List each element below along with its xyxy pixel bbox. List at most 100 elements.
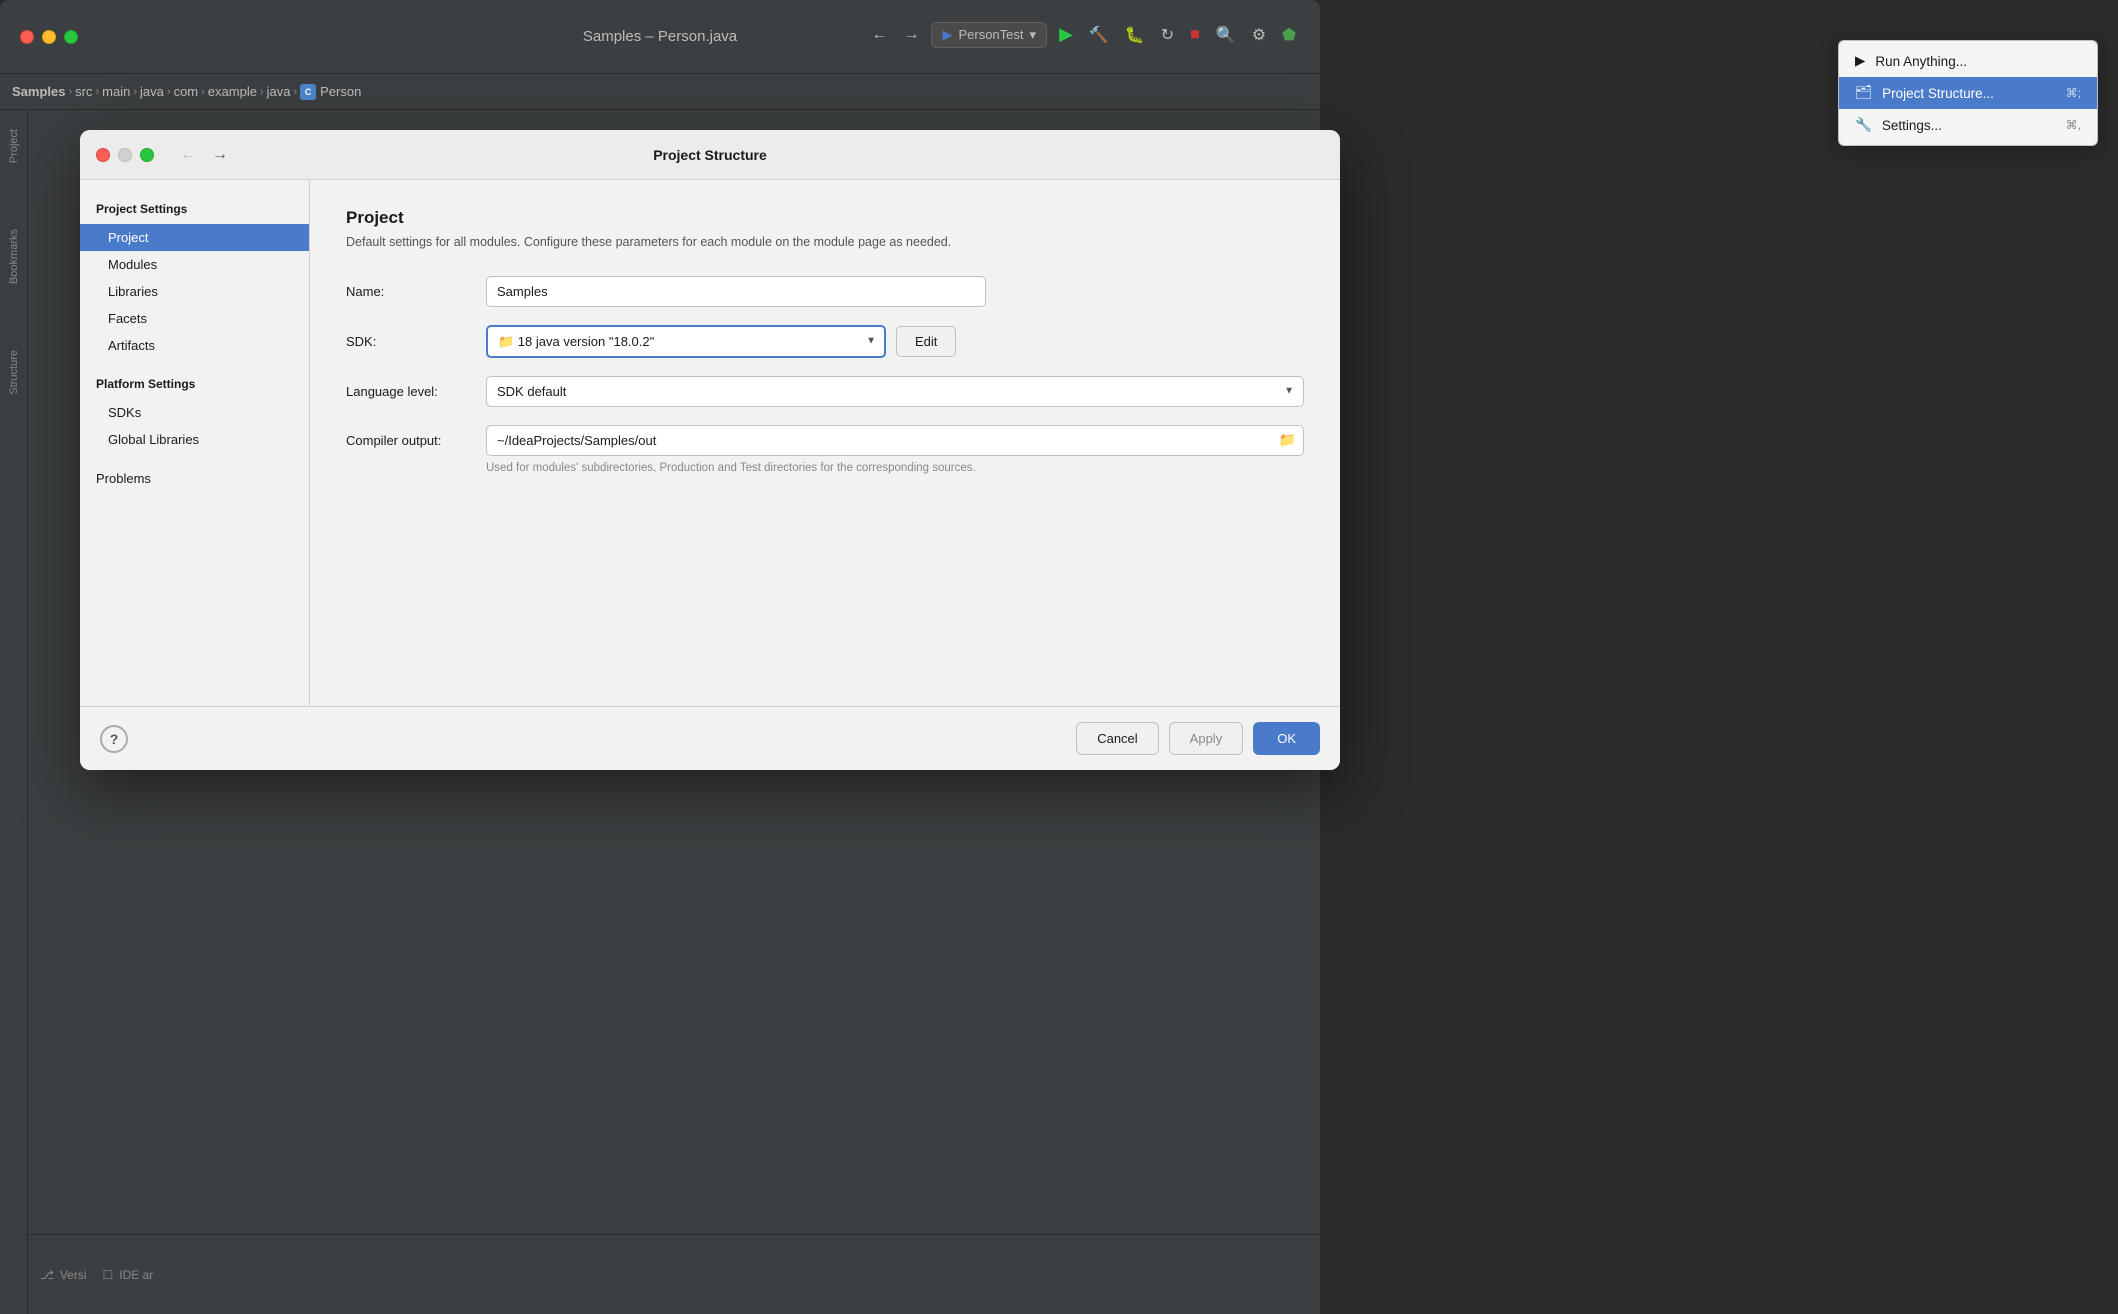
breadcrumb-example[interactable]: example — [208, 84, 257, 99]
breadcrumb-class[interactable]: C Person — [300, 84, 361, 100]
breadcrumb-bar: Samples › src › main › java › com › exam… — [0, 74, 1320, 110]
settings-button[interactable]: ⚙ — [1248, 21, 1270, 49]
content-section-title: Project — [346, 208, 1304, 228]
cancel-button[interactable]: Cancel — [1076, 722, 1158, 755]
reload-button[interactable]: ↻ — [1157, 21, 1178, 49]
search-button[interactable]: 🔍 — [1212, 21, 1240, 49]
sidebar-item-project[interactable]: Project — [80, 224, 309, 251]
ide-ar-item[interactable]: ☐ IDE ar — [103, 1268, 154, 1282]
sidebar-item-project[interactable]: Project — [4, 121, 24, 171]
breadcrumb-java2[interactable]: java — [267, 84, 291, 99]
language-level-wrapper: SDK default — [486, 376, 1304, 407]
stop-button[interactable]: ■ — [1186, 22, 1204, 48]
sidebar-item-global-libraries[interactable]: Global Libraries — [80, 426, 309, 453]
menu-item-project-structure[interactable]: 🗂 Project Structure... ⌘; — [1839, 77, 2097, 109]
run-config-selector[interactable]: ▶ PersonTest ▾ — [931, 22, 1047, 48]
breadcrumb-sep-7: › — [293, 86, 297, 98]
sidebar-item-modules[interactable]: Modules — [80, 251, 309, 278]
menu-item-run-anything[interactable]: ▶ Run Anything... — [1839, 45, 2097, 77]
dialog-close-button[interactable] — [96, 148, 110, 162]
sidebar-item-project-label: Project — [108, 230, 148, 245]
version-control-item[interactable]: ⎇ Versi — [40, 1268, 87, 1282]
sdk-edit-button[interactable]: Edit — [896, 326, 956, 357]
vc-icon: ⎇ — [40, 1268, 54, 1282]
sidebar-item-problems[interactable]: Problems — [80, 465, 309, 492]
sidebar-divider — [80, 359, 309, 371]
dialog-back-button[interactable]: ← — [174, 144, 202, 166]
dropdown-menu: ▶ Run Anything... 🗂 Project Structure...… — [1838, 40, 2098, 146]
vc-label: Versi — [60, 1268, 87, 1282]
dialog-nav: ← → — [174, 144, 234, 166]
ide-ar-label: IDE ar — [119, 1268, 153, 1282]
platform-settings-heading: Platform Settings — [80, 371, 309, 397]
breadcrumb-project[interactable]: Samples — [12, 84, 65, 99]
sidebar-item-facets[interactable]: Facets — [80, 305, 309, 332]
sidebar-item-global-libraries-label: Global Libraries — [108, 432, 199, 447]
settings-label: Settings... — [1882, 118, 1942, 133]
language-level-row: Language level: SDK default — [346, 376, 1304, 407]
maximize-button[interactable] — [64, 30, 78, 44]
project-structure-label: Project Structure... — [1882, 86, 1994, 101]
name-row: Name: — [346, 276, 1304, 307]
compiler-output-row-inner: Compiler output: 📁 — [346, 425, 1304, 456]
back-button[interactable]: ← — [867, 22, 891, 48]
ide-ar-checkbox: ☐ — [103, 1268, 114, 1282]
menu-item-project-structure-left: 🗂 Project Structure... — [1855, 85, 1994, 101]
compiler-hint: Used for modules' subdirectories, Produc… — [486, 462, 976, 474]
dialog-maximize-button[interactable] — [140, 148, 154, 162]
menu-item-settings-left: 🔧 Settings... — [1855, 117, 1942, 133]
ok-button[interactable]: OK — [1253, 722, 1320, 755]
sidebar-item-artifacts[interactable]: Artifacts — [80, 332, 309, 359]
build-button[interactable]: 🔨 — [1085, 21, 1113, 49]
title-bar: Samples – Person.java ← → ▶ PersonTest ▾… — [0, 0, 1320, 74]
footer-left: ? — [100, 725, 128, 753]
settings-shortcut: ⌘, — [2066, 118, 2081, 132]
bottom-bar: ⎇ Versi ☐ IDE ar — [28, 1234, 1320, 1314]
compiler-output-folder-button[interactable]: 📁 — [1279, 432, 1296, 449]
breadcrumb-sep-1: › — [68, 86, 72, 98]
sidebar-item-bookmarks[interactable]: Bookmarks — [4, 221, 24, 292]
sidebar-item-libraries[interactable]: Libraries — [80, 278, 309, 305]
sidebar-item-libraries-label: Libraries — [108, 284, 158, 299]
debug-button[interactable]: 🐛 — [1121, 21, 1149, 49]
run-anything-label: Run Anything... — [1875, 54, 1967, 69]
breadcrumb-java[interactable]: java — [140, 84, 164, 99]
menu-item-settings[interactable]: 🔧 Settings... ⌘, — [1839, 109, 2097, 141]
project-settings-heading: Project Settings — [80, 196, 309, 222]
breadcrumb-src[interactable]: src — [75, 84, 92, 99]
name-input[interactable] — [486, 276, 986, 307]
dialog-sidebar: Project Settings Project Modules Librari… — [80, 180, 310, 706]
sidebar-divider-2 — [80, 453, 309, 465]
dialog-title-bar: ← → Project Structure — [80, 130, 1340, 180]
help-button[interactable]: ? — [100, 725, 128, 753]
sidebar-item-sdks[interactable]: SDKs — [80, 399, 309, 426]
run-button[interactable]: ▶ — [1055, 20, 1077, 49]
update-button[interactable]: ⬟ — [1278, 21, 1300, 49]
close-button[interactable] — [20, 30, 34, 44]
forward-button[interactable]: → — [899, 22, 923, 48]
dialog-forward-button[interactable]: → — [206, 144, 234, 166]
breadcrumb-classname: Person — [320, 84, 361, 99]
dialog-minimize-button[interactable] — [118, 148, 132, 162]
class-icon: C — [300, 84, 316, 100]
project-structure-dialog: ← → Project Structure Project Settings P… — [80, 130, 1340, 770]
sidebar-item-facets-label: Facets — [108, 311, 147, 326]
dialog-title: Project Structure — [653, 147, 767, 163]
breadcrumb-com[interactable]: com — [174, 84, 199, 99]
project-structure-icon: 🗂 — [1855, 85, 1872, 101]
sidebar-item-structure[interactable]: Structure — [4, 342, 24, 403]
run-config-icon: ▶ — [942, 27, 952, 43]
language-level-select[interactable]: SDK default — [486, 376, 1304, 407]
side-panel-left: Project Bookmarks Structure — [0, 111, 28, 1314]
compiler-output-row: Compiler output: 📁 Used for modules' sub… — [346, 425, 1304, 474]
apply-button[interactable]: Apply — [1169, 722, 1244, 755]
minimize-button[interactable] — [42, 30, 56, 44]
sidebar-item-modules-label: Modules — [108, 257, 157, 272]
sdk-row: SDK: 📁 18 java version "18.0.2" Edit — [346, 325, 1304, 358]
window-title: Samples – Person.java — [583, 28, 737, 45]
sdk-controls: 📁 18 java version "18.0.2" Edit — [486, 325, 1304, 358]
breadcrumb-main[interactable]: main — [102, 84, 130, 99]
sdk-select[interactable]: 📁 18 java version "18.0.2" — [486, 325, 886, 358]
compiler-output-input[interactable] — [486, 425, 1304, 456]
sdk-select-wrapper: 📁 18 java version "18.0.2" — [486, 325, 886, 358]
